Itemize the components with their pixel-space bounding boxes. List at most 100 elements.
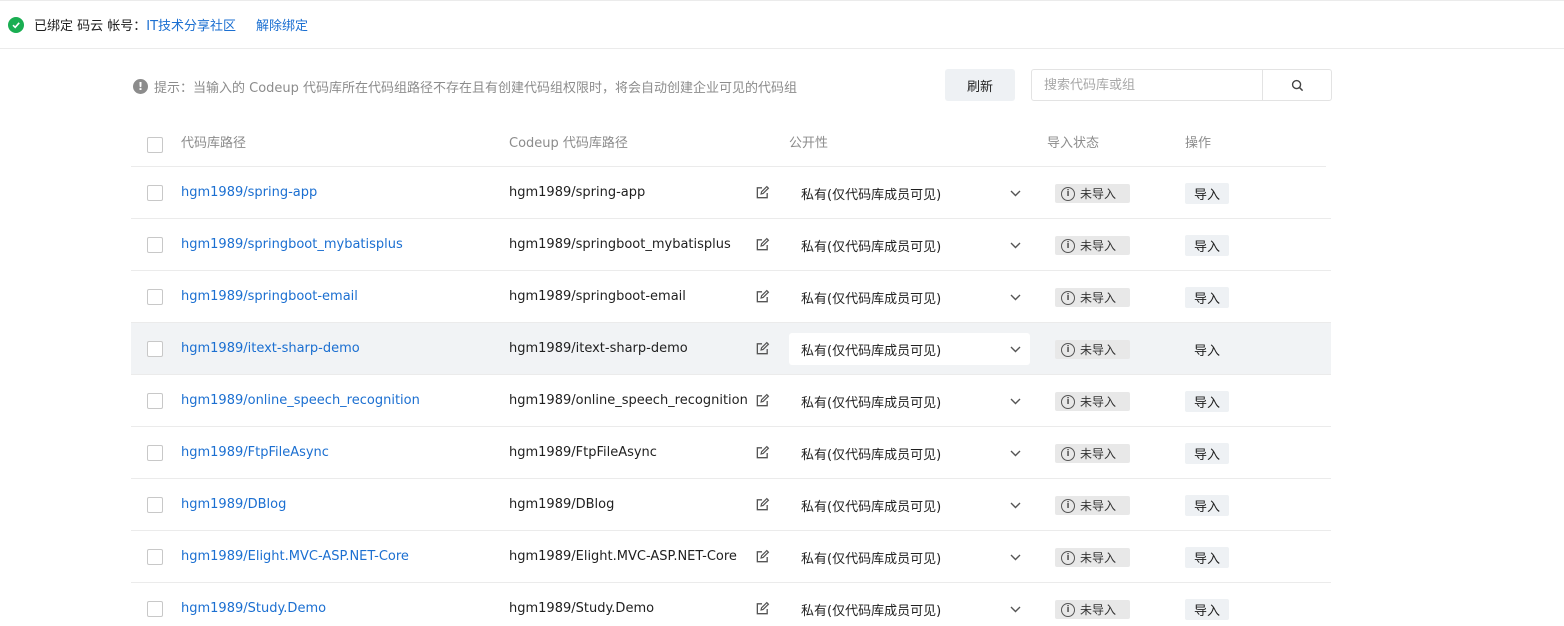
status-text: 未导入 xyxy=(1080,395,1117,409)
table-body: hgm1989/spring-app hgm1989/spring-app 私有(仅… xyxy=(131,167,1331,626)
refresh-button[interactable]: 刷新 xyxy=(945,69,1015,101)
visibility-value: 私有(仅代码库成员可见) xyxy=(801,551,942,567)
import-button[interactable]: 导入 xyxy=(1185,287,1229,308)
target-repo-path: hgm1989/Study.Demo xyxy=(509,601,655,616)
hint-text: 提示：当输入的 Codeup 代码库所在代码组路径不存在且有创建代码组权限时，将… xyxy=(154,81,798,96)
visibility-select[interactable]: 私有(仅代码库成员可见) xyxy=(789,229,1030,261)
target-repo-path: hgm1989/online_speech_recognition xyxy=(509,393,748,408)
info-icon: i xyxy=(1061,602,1075,617)
import-button[interactable]: 导入 xyxy=(1185,443,1229,464)
status-badge: i 未导入 xyxy=(1055,600,1130,619)
import-button[interactable]: 导入 xyxy=(1185,495,1229,516)
row-checkbox[interactable] xyxy=(147,237,163,253)
col-header-status: 导入状态 xyxy=(1047,136,1100,151)
table-row: hgm1989/Study.Demo hgm1989/Study.Demo 私有(仅… xyxy=(131,583,1331,626)
edit-icon[interactable] xyxy=(755,445,771,461)
visibility-select[interactable]: 私有(仅代码库成员可见) xyxy=(789,489,1030,521)
source-repo-link[interactable]: hgm1989/springboot_mybatisplus xyxy=(181,219,403,271)
status-text: 未导入 xyxy=(1080,603,1117,617)
search-input[interactable] xyxy=(1032,70,1263,100)
chevron-down-icon xyxy=(1000,398,1030,405)
edit-icon[interactable] xyxy=(755,341,771,357)
row-checkbox[interactable] xyxy=(147,549,163,565)
edit-icon[interactable] xyxy=(755,601,771,617)
visibility-value: 私有(仅代码库成员可见) xyxy=(801,291,942,307)
visibility-value: 私有(仅代码库成员可见) xyxy=(801,447,942,463)
status-text: 未导入 xyxy=(1080,551,1117,565)
info-icon: i xyxy=(1061,290,1075,305)
info-icon: ! xyxy=(133,79,148,94)
table-header: 代码库路径 Codeup 代码库路径 公开性 导入状态 操作 xyxy=(131,115,1326,167)
row-checkbox[interactable] xyxy=(147,341,163,357)
status-badge: i 未导入 xyxy=(1055,444,1130,463)
chevron-down-icon xyxy=(1000,346,1030,353)
info-icon: i xyxy=(1061,550,1075,565)
source-repo-link[interactable]: hgm1989/DBlog xyxy=(181,479,286,531)
import-button[interactable]: 导入 xyxy=(1185,235,1229,256)
visibility-value: 私有(仅代码库成员可见) xyxy=(801,343,942,359)
target-repo-path: hgm1989/FtpFileAsync xyxy=(509,445,657,460)
row-checkbox[interactable] xyxy=(147,185,163,201)
visibility-value: 私有(仅代码库成员可见) xyxy=(801,187,942,203)
chevron-down-icon xyxy=(1000,554,1030,561)
status-text: 未导入 xyxy=(1080,291,1117,305)
edit-icon[interactable] xyxy=(755,185,771,201)
repo-table: 代码库路径 Codeup 代码库路径 公开性 导入状态 操作 hgm1989/s… xyxy=(131,115,1331,626)
visibility-select[interactable]: 私有(仅代码库成员可见) xyxy=(789,177,1030,209)
row-checkbox[interactable] xyxy=(147,445,163,461)
visibility-select[interactable]: 私有(仅代码库成员可见) xyxy=(789,593,1030,625)
status-badge: i 未导入 xyxy=(1055,392,1130,411)
row-checkbox[interactable] xyxy=(147,393,163,409)
chevron-down-icon xyxy=(1000,190,1030,197)
source-repo-link[interactable]: hgm1989/spring-app xyxy=(181,167,317,219)
col-header-action: 操作 xyxy=(1185,136,1212,151)
unbind-link[interactable]: 解除绑定 xyxy=(256,15,308,34)
visibility-select[interactable]: 私有(仅代码库成员可见) xyxy=(789,333,1030,365)
visibility-select[interactable]: 私有(仅代码库成员可见) xyxy=(789,541,1030,573)
chevron-down-icon xyxy=(1000,242,1030,249)
edit-icon[interactable] xyxy=(755,237,771,253)
table-row: hgm1989/Elight.MVC-ASP.NET-Core hgm1989/E… xyxy=(131,531,1331,583)
status-badge: i 未导入 xyxy=(1055,496,1130,515)
col-header-visibility: 公开性 xyxy=(789,136,829,151)
edit-icon[interactable] xyxy=(755,549,771,565)
hint-message: ! 提示：当输入的 Codeup 代码库所在代码组路径不存在且有创建代码组权限时… xyxy=(133,77,797,96)
import-button[interactable]: 导入 xyxy=(1185,183,1229,204)
source-repo-link[interactable]: hgm1989/online_speech_recognition xyxy=(181,375,420,427)
source-repo-link[interactable]: hgm1989/Study.Demo xyxy=(181,583,326,626)
col-header-target: Codeup 代码库路径 xyxy=(509,136,628,151)
visibility-select[interactable]: 私有(仅代码库成员可见) xyxy=(789,385,1030,417)
import-button[interactable]: 导入 xyxy=(1185,339,1229,360)
edit-icon[interactable] xyxy=(755,393,771,409)
edit-icon[interactable] xyxy=(755,289,771,305)
visibility-select[interactable]: 私有(仅代码库成员可见) xyxy=(789,281,1030,313)
info-icon: i xyxy=(1061,238,1075,253)
import-button[interactable]: 导入 xyxy=(1185,391,1229,412)
row-checkbox[interactable] xyxy=(147,289,163,305)
target-repo-path: hgm1989/springboot-email xyxy=(509,289,686,304)
chevron-down-icon xyxy=(1000,450,1030,457)
import-button[interactable]: 导入 xyxy=(1185,547,1229,568)
source-repo-link[interactable]: hgm1989/Elight.MVC-ASP.NET-Core xyxy=(181,531,409,583)
status-text: 未导入 xyxy=(1080,239,1117,253)
source-repo-link[interactable]: hgm1989/springboot-email xyxy=(181,271,358,323)
search-box xyxy=(1031,69,1332,101)
select-all-checkbox[interactable] xyxy=(147,137,163,153)
chevron-down-icon xyxy=(1000,606,1030,613)
row-checkbox[interactable] xyxy=(147,497,163,513)
source-repo-link[interactable]: hgm1989/itext-sharp-demo xyxy=(181,323,360,375)
status-text: 未导入 xyxy=(1080,343,1117,357)
import-button[interactable]: 导入 xyxy=(1185,599,1229,620)
status-badge: i 未导入 xyxy=(1055,288,1130,307)
bound-account-link[interactable]: IT技术分享社区 xyxy=(146,15,236,34)
col-header-source: 代码库路径 xyxy=(181,136,247,151)
edit-icon[interactable] xyxy=(755,497,771,513)
table-row: hgm1989/DBlog hgm1989/DBlog 私有(仅代码库成员可见) i 未… xyxy=(131,479,1331,531)
binding-bar: 已绑定 码云 帐号： IT技术分享社区 解除绑定 xyxy=(0,0,1564,49)
target-repo-path: hgm1989/Elight.MVC-ASP.NET-Core xyxy=(509,549,737,564)
table-row: hgm1989/online_speech_recognition hgm1989… xyxy=(131,375,1331,427)
visibility-select[interactable]: 私有(仅代码库成员可见) xyxy=(789,437,1030,469)
search-button[interactable] xyxy=(1262,70,1331,100)
row-checkbox[interactable] xyxy=(147,601,163,617)
source-repo-link[interactable]: hgm1989/FtpFileAsync xyxy=(181,427,329,479)
